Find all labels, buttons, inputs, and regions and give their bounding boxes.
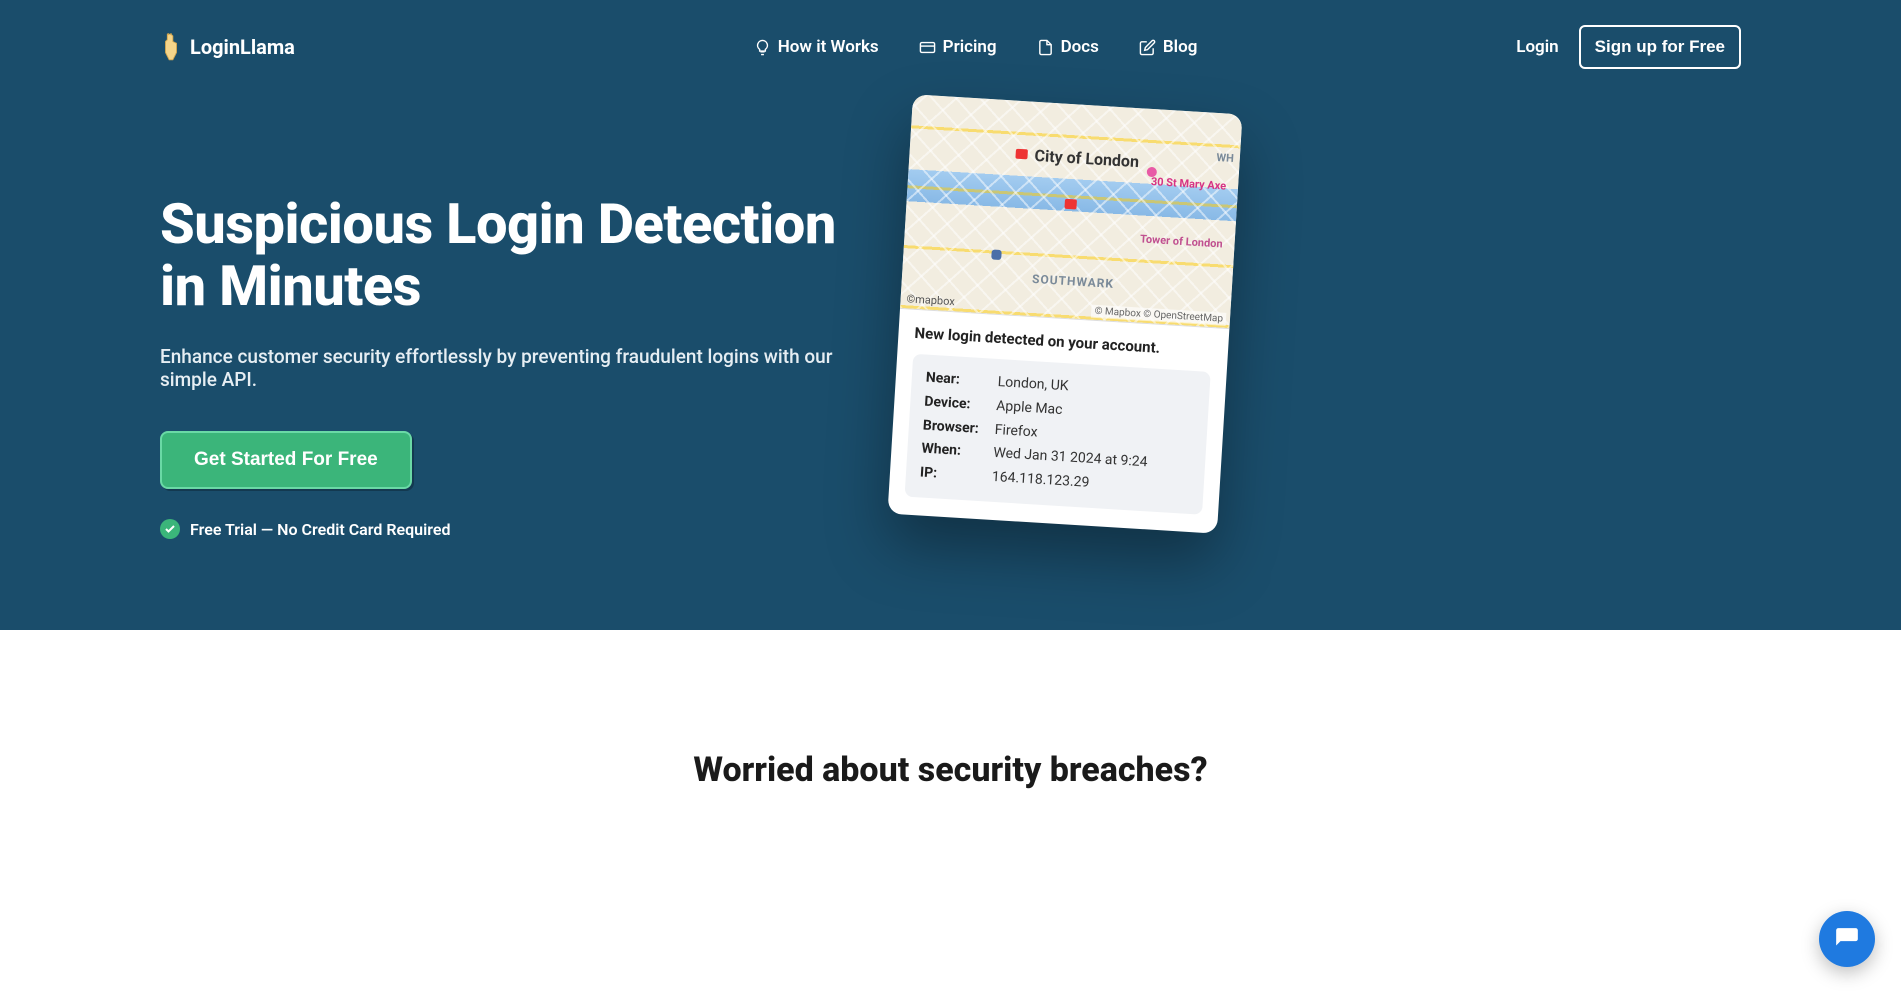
map-marker-icon (1015, 149, 1028, 160)
hero-subtitle: Enhance customer security effortlessly b… (160, 345, 880, 391)
map-marker-icon (1064, 199, 1077, 210)
nav-docs[interactable]: Docs (1037, 37, 1099, 57)
map-poi-label: 30 St Mary Axe (1151, 175, 1227, 193)
map-square-icon (991, 249, 1002, 260)
edit-icon (1139, 39, 1156, 56)
map-city-label: City of London (1034, 146, 1140, 171)
check-icon (160, 519, 180, 539)
nav-label: Docs (1061, 37, 1099, 57)
chat-button[interactable] (1819, 911, 1875, 967)
login-link[interactable]: Login (1516, 37, 1558, 57)
section-heading: Worried about security breaches? (0, 750, 1901, 790)
signup-button[interactable]: Sign up for Free (1579, 25, 1741, 69)
hero-title-line1: Suspicious Login Detection (160, 191, 836, 257)
hero-title-line2: in Minutes (160, 253, 421, 319)
nav-blog[interactable]: Blog (1139, 37, 1198, 57)
top-nav: LoginLlama How it Works Pricing Docs Blo… (0, 0, 1901, 94)
section-worry: Worried about security breaches? (0, 630, 1901, 820)
map-wh-label: WH (1216, 151, 1234, 165)
llama-icon (160, 32, 182, 62)
nav-label: Pricing (943, 37, 997, 57)
map-image: City of London WH 30 St Mary Axe Tower o… (900, 94, 1243, 329)
map-poi-label: Tower of London (1140, 232, 1223, 250)
trial-note: Free Trial — No Credit Card Required (160, 519, 880, 539)
map-district-label: SOUTHWARK (1032, 272, 1115, 291)
hero-title: Suspicious Login Detection in Minutes (160, 194, 880, 317)
nav-label: Blog (1163, 37, 1198, 57)
lightbulb-icon (754, 39, 771, 56)
login-details: Near: London, UK Device: Apple Mac Brows… (905, 354, 1211, 515)
nav-links: How it Works Pricing Docs Blog (754, 37, 1198, 57)
alert-title: New login detected on your account. (914, 324, 1213, 360)
trial-note-text: Free Trial — No Credit Card Required (190, 520, 451, 539)
get-started-button[interactable]: Get Started For Free (160, 431, 412, 489)
nav-label: How it Works (778, 37, 879, 57)
nav-pricing[interactable]: Pricing (919, 37, 997, 57)
brand-name: LoginLlama (190, 35, 295, 59)
card-icon (919, 39, 936, 56)
file-icon (1037, 39, 1054, 56)
map-provider-logo: ©mapbox (906, 292, 955, 308)
nav-actions: Login Sign up for Free (1516, 25, 1741, 69)
chat-icon (1834, 926, 1860, 952)
nav-how-it-works[interactable]: How it Works (754, 37, 879, 57)
login-alert-card: City of London WH 30 St Mary Axe Tower o… (887, 94, 1242, 533)
brand[interactable]: LoginLlama (160, 32, 295, 62)
hero: Suspicious Login Detection in Minutes En… (0, 94, 1901, 539)
detail-key: IP: (919, 462, 992, 490)
